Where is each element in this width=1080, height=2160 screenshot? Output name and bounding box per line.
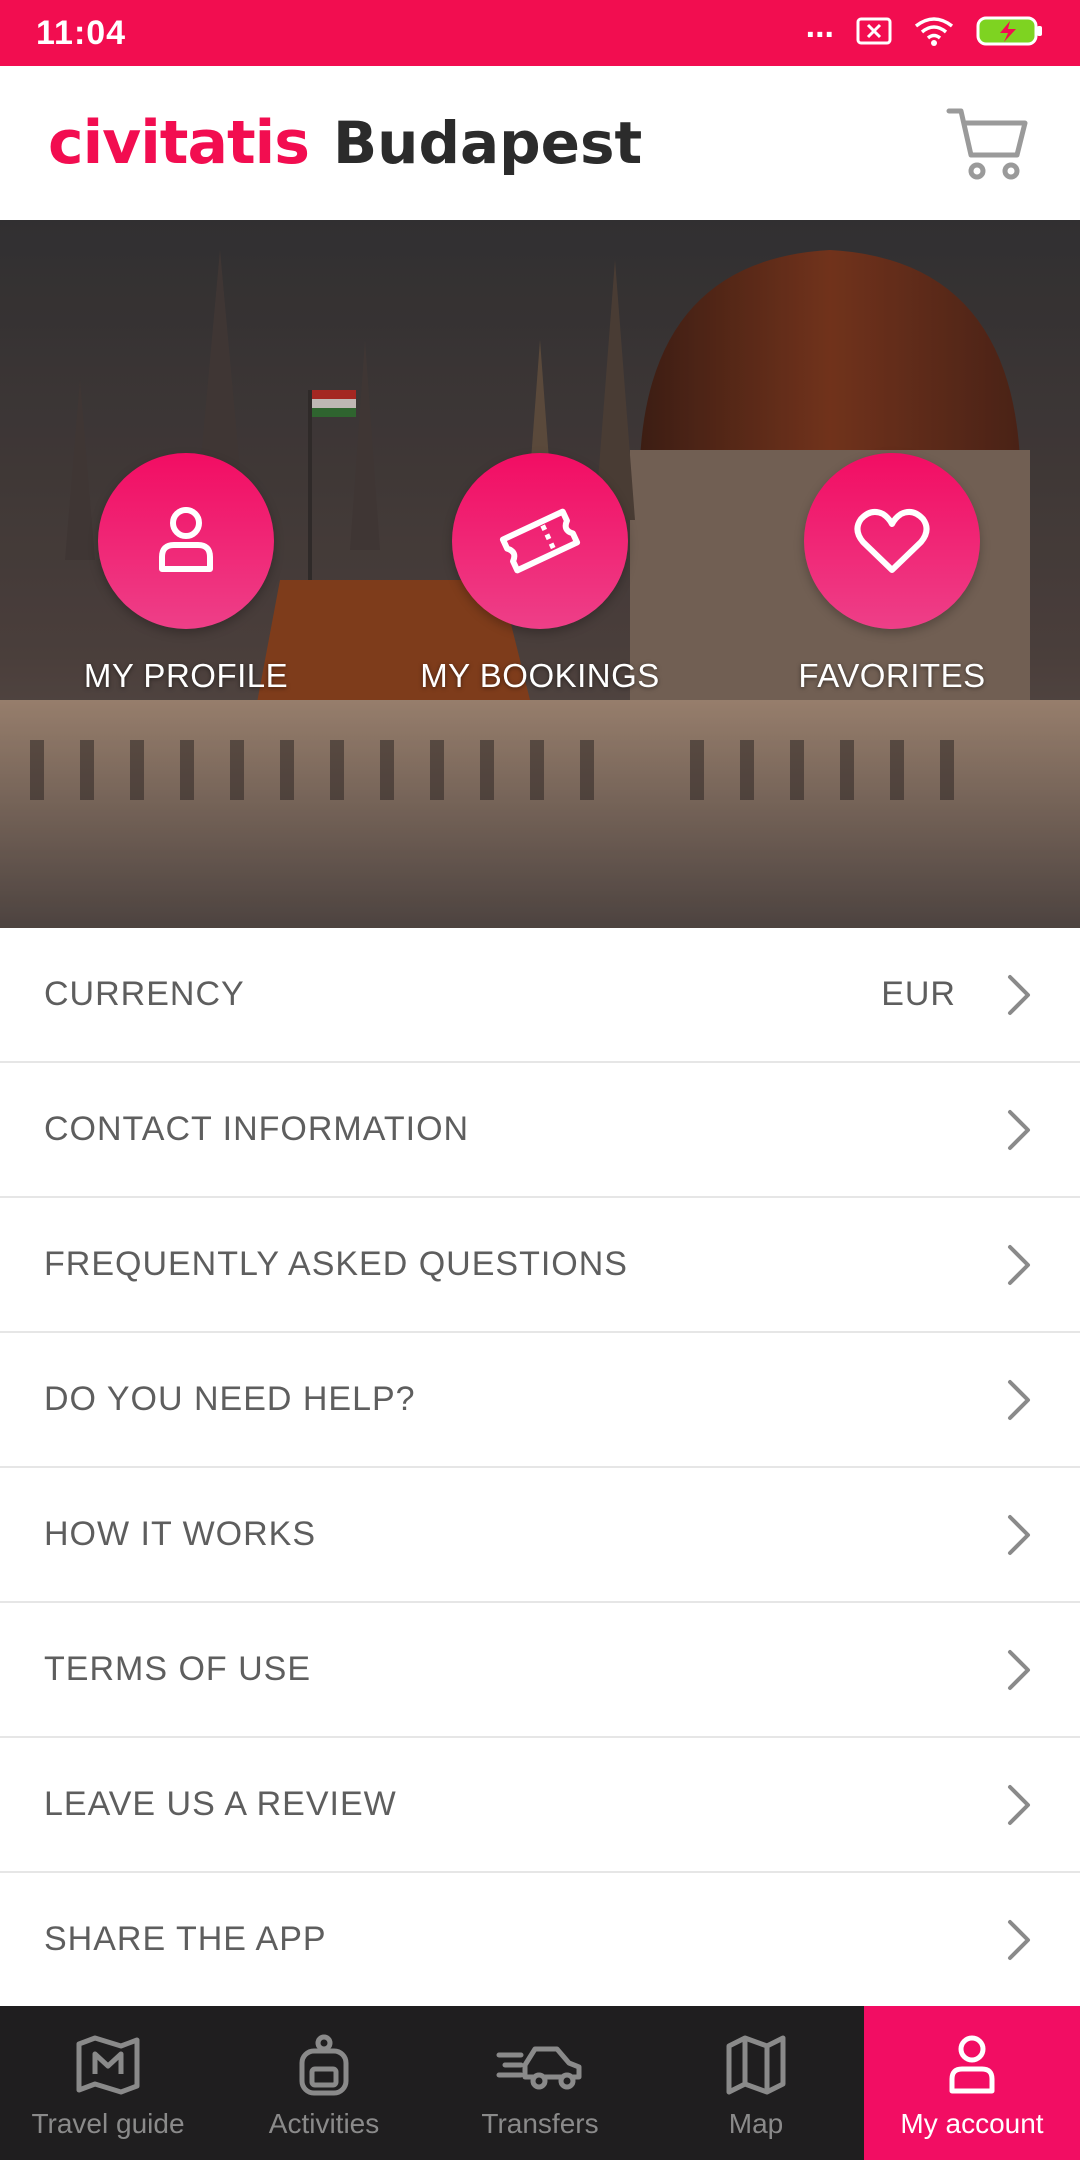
my-profile-button[interactable] [98, 453, 274, 629]
menu-item-label: CONTACT INFORMATION [44, 1110, 470, 1148]
app-header: civitatis Budapest [0, 66, 1080, 220]
chevron-right-icon [1002, 1241, 1036, 1289]
chevron-right-icon [1002, 1511, 1036, 1559]
brand-logo: civitatis [48, 108, 310, 178]
nav-label: My account [900, 2108, 1044, 2139]
nav-my-account[interactable]: My account [864, 2006, 1080, 2160]
menu-item-contact-information[interactable]: CONTACT INFORMATION [0, 1063, 1080, 1198]
favorites-action[interactable]: FAVORITES [732, 453, 1052, 695]
my-bookings-label: MY BOOKINGS [420, 657, 660, 694]
nav-transfers[interactable]: Transfers [432, 2006, 648, 2160]
my-bookings-button[interactable] [452, 453, 628, 629]
battery-icon [976, 15, 1044, 52]
person-icon [159, 507, 213, 572]
map-icon [725, 2030, 787, 2100]
menu-item-how-it-works[interactable]: HOW IT WORKS [0, 1468, 1080, 1603]
person-icon [944, 2030, 1000, 2100]
ticket-icon [499, 508, 581, 574]
chevron-right-icon [1002, 1106, 1036, 1154]
favorites-label: FAVORITES [798, 657, 986, 694]
city-title: Budapest [332, 109, 643, 177]
menu-item-currency[interactable]: CURRENCY EUR [0, 928, 1080, 1063]
chevron-right-icon [1002, 971, 1036, 1019]
wifi-icon [914, 16, 954, 51]
menu-item-label: CURRENCY [44, 975, 245, 1013]
nav-map[interactable]: Map [648, 2006, 864, 2160]
chevron-right-icon [1002, 1376, 1036, 1424]
hero-actions: MY PROFILE MY BOOKINGS FAVORITES [0, 453, 1080, 713]
bottom-navigation: Travel guide Activities Transfers Map My… [0, 2006, 1080, 2160]
heart-icon [854, 508, 930, 573]
menu-item-label: HOW IT WORKS [44, 1515, 317, 1553]
menu-item-label: LEAVE US A REVIEW [44, 1785, 397, 1823]
nav-travel-guide[interactable]: Travel guide [0, 2006, 216, 2160]
my-bookings-action[interactable]: MY BOOKINGS [380, 453, 700, 695]
status-icons: ... [806, 9, 1044, 52]
menu-item-share-app[interactable]: SHARE THE APP [0, 1873, 1080, 2008]
status-time: 11:04 [36, 13, 127, 52]
favorites-button[interactable] [804, 453, 980, 629]
my-profile-label: MY PROFILE [83, 657, 289, 694]
book-map-icon [75, 2030, 141, 2100]
nav-label: Activities [268, 2108, 380, 2139]
nav-label: Map [728, 2108, 784, 2139]
menu-item-label: TERMS OF USE [44, 1650, 312, 1688]
cart-icon [946, 108, 1028, 180]
hero-banner: MY PROFILE MY BOOKINGS FAVORITES [0, 220, 1080, 928]
nav-activities[interactable]: Activities [216, 2006, 432, 2160]
menu-item-label: SHARE THE APP [44, 1920, 327, 1958]
nav-label: Transfers [481, 2108, 599, 2139]
menu-item-leave-review[interactable]: LEAVE US A REVIEW [0, 1738, 1080, 1873]
more-dots-icon: ... [805, 7, 834, 45]
backpack-icon [296, 2030, 352, 2100]
chevron-right-icon [1002, 1916, 1036, 1964]
status-bar: 11:04 ... [0, 0, 1080, 66]
car-icon [495, 2030, 585, 2100]
menu-item-label: FREQUENTLY ASKED QUESTIONS [44, 1245, 628, 1283]
menu-item-terms-of-use[interactable]: TERMS OF USE [0, 1603, 1080, 1738]
nav-label: Travel guide [31, 2108, 185, 2139]
menu-item-label: DO YOU NEED HELP? [44, 1380, 416, 1418]
chevron-right-icon [1002, 1646, 1036, 1694]
menu-item-need-help[interactable]: DO YOU NEED HELP? [0, 1333, 1080, 1468]
my-profile-action[interactable]: MY PROFILE [26, 453, 346, 695]
cart-button[interactable] [942, 98, 1032, 188]
chevron-right-icon [1002, 1781, 1036, 1829]
menu-item-faq[interactable]: FREQUENTLY ASKED QUESTIONS [0, 1198, 1080, 1333]
currency-value: EUR [881, 975, 956, 1013]
notification-x-icon [856, 17, 892, 50]
settings-menu: CURRENCY EUR CONTACT INFORMATION FREQUEN… [0, 928, 1080, 2008]
